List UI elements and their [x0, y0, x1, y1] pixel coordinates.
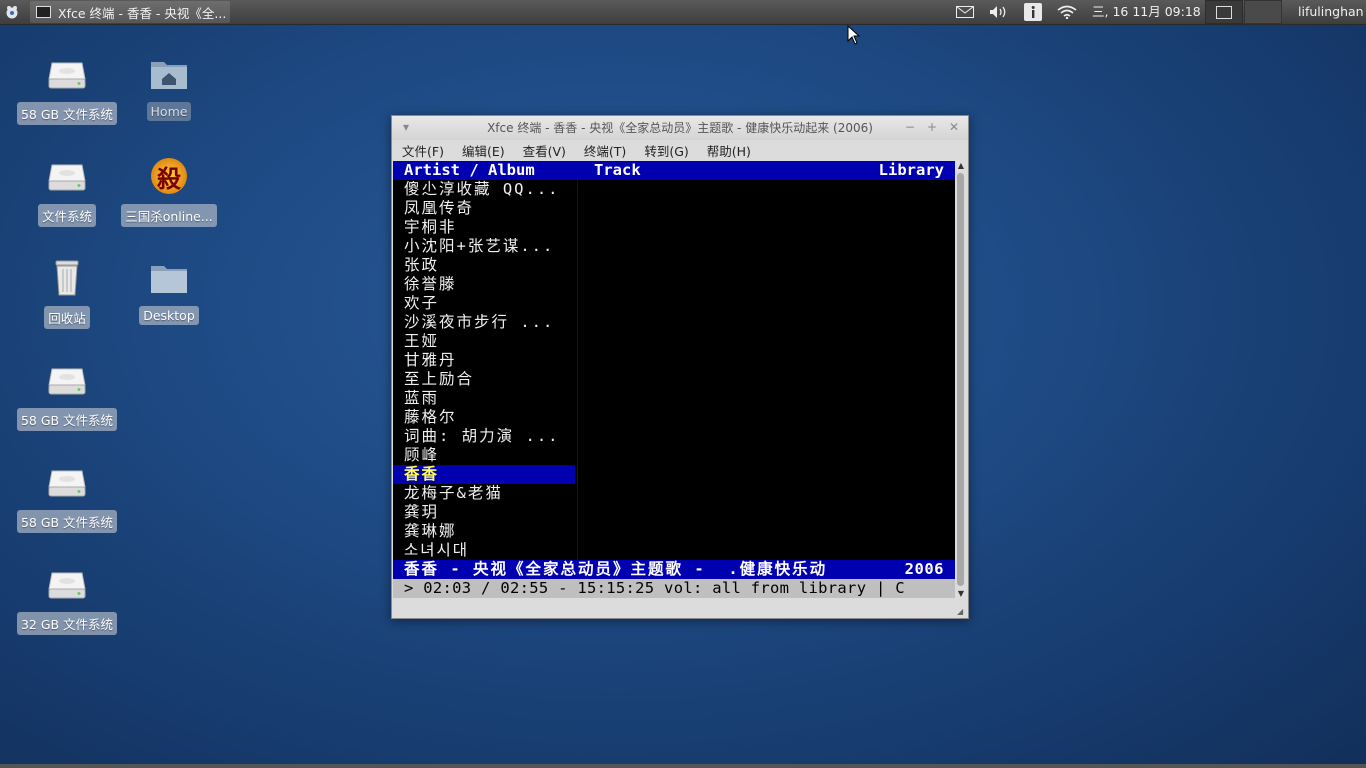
cmus-header: Artist / Album Track Library: [393, 161, 955, 180]
menu-edit[interactable]: 编辑(E): [462, 141, 505, 160]
artist-row[interactable]: 至上励合: [393, 370, 575, 389]
menu-go[interactable]: 转到(G): [644, 141, 688, 160]
terminal-screen[interactable]: Artist / Album Track Library 傻尐淳收藏 QQ...…: [393, 161, 955, 598]
desktop-icon-label: 文件系统: [37, 204, 96, 227]
desktop-icon-drive-58gb-1[interactable]: 58 GB 文件系统: [16, 52, 118, 125]
bottom-panel: [0, 764, 1366, 768]
desktop-icon-drive-58gb-2[interactable]: 58 GB 文件系统: [16, 358, 118, 431]
minimize-icon[interactable]: −: [902, 119, 918, 135]
trash-icon: [45, 256, 89, 300]
artist-row[interactable]: 龙梅子&老猫: [393, 484, 575, 503]
desktop-icon-drive-58gb-3[interactable]: 58 GB 文件系统: [16, 460, 118, 533]
home-folder-icon: [147, 52, 191, 96]
artist-row[interactable]: 沙溪夜市步行 ...: [393, 313, 575, 332]
mouse-pointer-icon: [847, 25, 861, 45]
artist-row[interactable]: 凤凰传奇: [393, 199, 575, 218]
artist-row[interactable]: 蓝雨: [393, 389, 575, 408]
wifi-icon[interactable]: [1056, 0, 1078, 24]
desktop-icon-label: Home: [146, 102, 192, 121]
artist-row[interactable]: 龚琳娜: [393, 522, 575, 541]
desktop-icon-home[interactable]: Home: [119, 52, 219, 121]
artist-row[interactable]: 顾峰: [393, 446, 575, 465]
artist-row[interactable]: 徐誉滕: [393, 275, 575, 294]
terminal-icon: [36, 6, 51, 18]
menu-terminal[interactable]: 终端(T): [584, 141, 626, 160]
drive-icon: [45, 154, 89, 198]
artist-row[interactable]: 소녀시대: [393, 541, 575, 560]
workspace-1[interactable]: [1205, 0, 1243, 24]
user-menu[interactable]: lifulinghan: [1298, 0, 1364, 24]
artist-row[interactable]: 香香: [393, 465, 575, 484]
drive-icon: [45, 562, 89, 606]
window-title: Xfce 终端 - 香香 - 央视《全家总动员》主题歌 - 健康快乐动起来 (2…: [487, 121, 873, 135]
menu-file[interactable]: 文件(F): [402, 141, 444, 160]
desktop-icon-label: 58 GB 文件系统: [16, 408, 118, 431]
artist-row[interactable]: 傻尐淳收藏 QQ...: [393, 180, 575, 199]
volume-icon[interactable]: [987, 0, 1011, 24]
applications-menu-button[interactable]: [0, 0, 24, 24]
sanguosha-app-icon: 殺: [147, 154, 191, 198]
desktop-icon-label: 三国杀online...: [121, 204, 217, 227]
desktop-icon-label: 58 GB 文件系统: [16, 510, 118, 533]
resize-grip-icon[interactable]: ◢: [957, 607, 965, 616]
desktop-icon-desktop-folder[interactable]: Desktop: [119, 256, 219, 325]
artist-row[interactable]: 宇桐非: [393, 218, 575, 237]
menubar: 文件(F) 编辑(E) 查看(V) 终端(T) 转到(G) 帮助(H): [392, 140, 968, 160]
desktop-icon-filesystem[interactable]: 文件系统: [17, 154, 117, 227]
xfce-mouse-icon: [6, 6, 18, 19]
workspace-2[interactable]: [1244, 0, 1282, 24]
window-titlebar[interactable]: ▾ Xfce 终端 - 香香 - 央视《全家总动员》主题歌 - 健康快乐动起来 …: [392, 116, 968, 140]
desktop-icon-drive-32gb[interactable]: 32 GB 文件系统: [16, 562, 118, 635]
artist-row[interactable]: 词曲: 胡力演 ...: [393, 427, 575, 446]
clock[interactable]: 三, 16 11月 09:18: [1092, 0, 1201, 24]
desktop-icon-label: 回收站: [44, 306, 90, 329]
scrollbar-thumb[interactable]: [957, 173, 964, 586]
folder-icon: [147, 256, 191, 300]
desktop-icon-label: 58 GB 文件系统: [16, 102, 118, 125]
desktop-icon-label: Desktop: [139, 306, 199, 325]
now-playing-year: 2006: [904, 560, 944, 578]
now-playing-title: 香香 - 央视《全家总动员》主题歌 - .健康快乐动: [404, 560, 828, 578]
scroll-down-icon[interactable]: ▼: [955, 589, 967, 598]
status-text: > 02:03 / 02:55 - 15:15:25 vol: all from…: [404, 579, 905, 597]
desktop-icon-sanguosha[interactable]: 殺 三国杀online...: [119, 154, 219, 227]
artist-row[interactable]: 甘雅丹: [393, 351, 575, 370]
artist-list[interactable]: 傻尐淳收藏 QQ... 凤凰传奇 宇桐非 小沈阳+张艺谋... 张政 徐誉滕 欢子 沙溪夜市步…: [393, 180, 575, 560]
close-icon[interactable]: ✕: [946, 119, 962, 135]
artist-row[interactable]: 龚玥: [393, 503, 575, 522]
terminal-window[interactable]: ▾ Xfce 终端 - 香香 - 央视《全家总动员》主题歌 - 健康快乐动起来 …: [391, 115, 969, 619]
pane-divider: [577, 180, 578, 560]
top-panel: Xfce 终端 - 香香 - 央视《全... 三, 16 11月 09:18 l…: [0, 0, 1366, 25]
artist-row[interactable]: 小沈阳+张艺谋...: [393, 237, 575, 256]
artist-row[interactable]: 欢子: [393, 294, 575, 313]
artist-row[interactable]: 张政: [393, 256, 575, 275]
artist-row[interactable]: 王娅: [393, 332, 575, 351]
mail-icon[interactable]: [954, 0, 976, 24]
drive-icon: [45, 460, 89, 504]
header-track: Track: [594, 161, 641, 179]
artist-row[interactable]: 藤格尔: [393, 408, 575, 427]
workspace-window-thumb: [1216, 5, 1232, 19]
header-library: Library: [878, 161, 944, 179]
drive-icon: [45, 52, 89, 96]
taskbar-item-terminal[interactable]: Xfce 终端 - 香香 - 央视《全...: [30, 1, 230, 23]
scroll-up-icon[interactable]: ▲: [955, 161, 967, 170]
desktop-icon-label: 32 GB 文件系统: [16, 612, 118, 635]
maximize-icon[interactable]: +: [924, 119, 940, 135]
status-line: > 02:03 / 02:55 - 15:15:25 vol: all from…: [393, 579, 955, 598]
terminal-scrollbar[interactable]: ▲ ▼: [955, 161, 967, 598]
drive-icon: [45, 358, 89, 402]
info-icon[interactable]: [1022, 0, 1044, 24]
menu-view[interactable]: 查看(V): [523, 141, 566, 160]
header-artist-album: Artist / Album: [404, 161, 535, 179]
taskbar-item-label: Xfce 终端 - 香香 - 央视《全...: [58, 5, 227, 21]
now-playing-bar: 香香 - 央视《全家总动员》主题歌 - .健康快乐动 2006: [393, 560, 955, 579]
desktop-icon-trash[interactable]: 回收站: [17, 256, 117, 329]
menu-help[interactable]: 帮助(H): [707, 141, 751, 160]
